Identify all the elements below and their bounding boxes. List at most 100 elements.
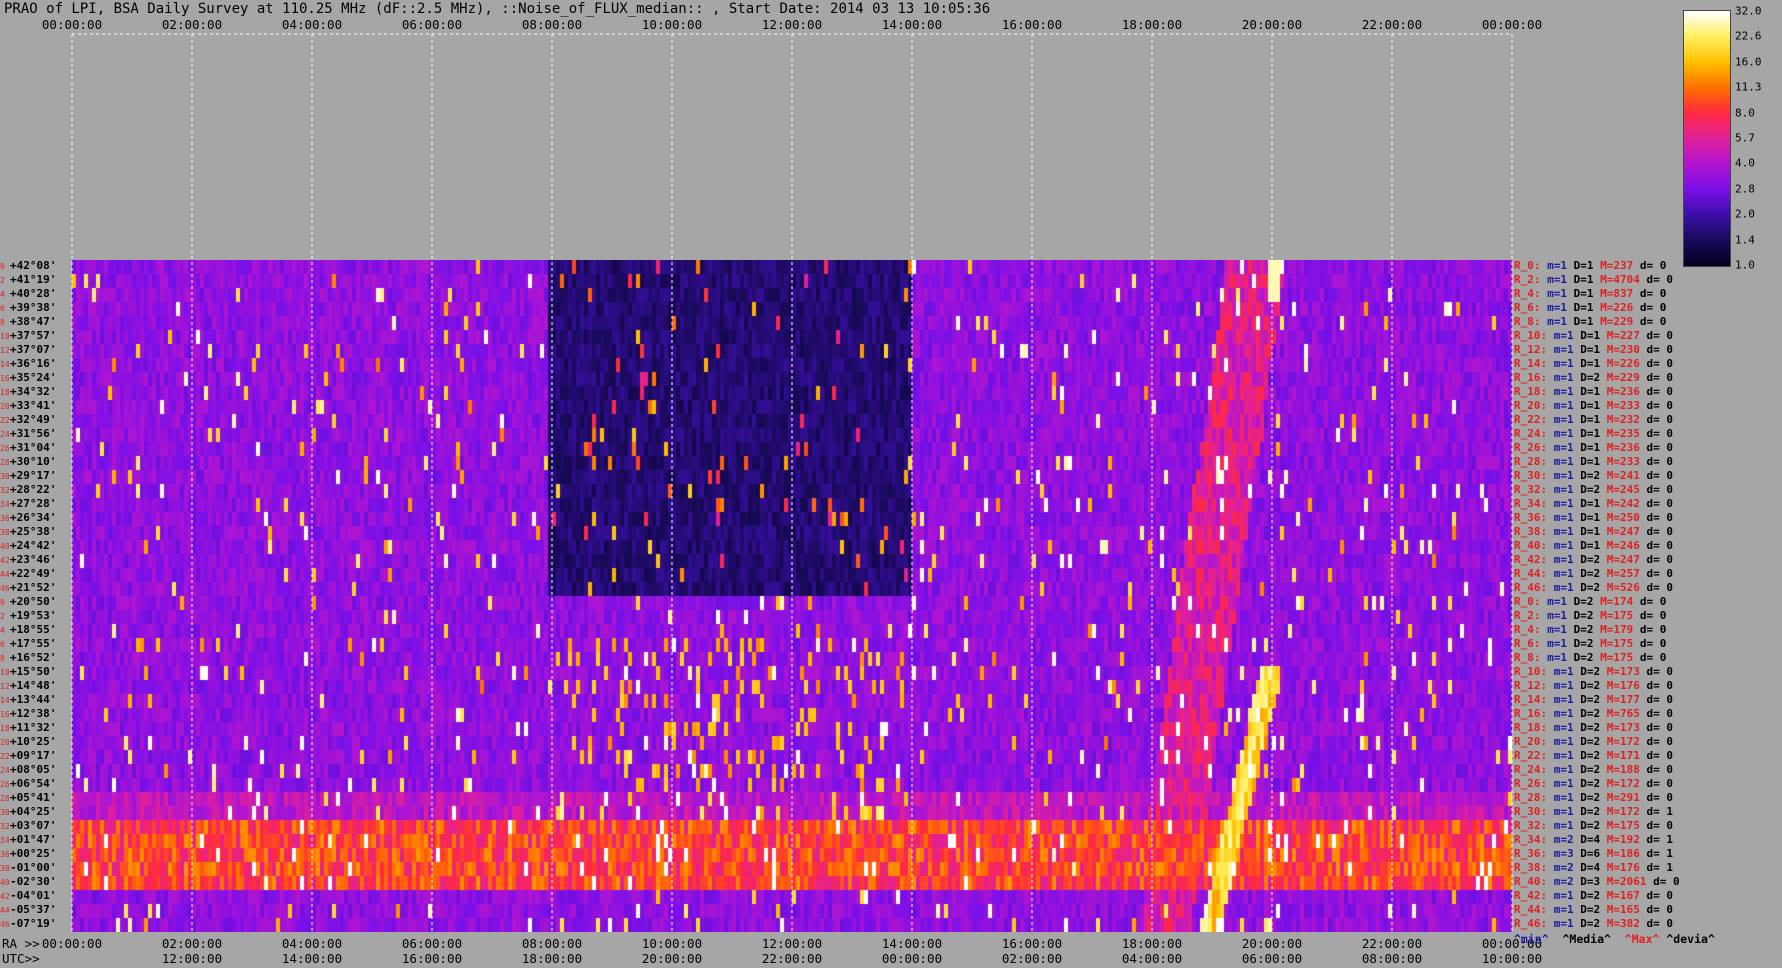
beam-deviation: d= 0 bbox=[1639, 651, 1667, 664]
beam-stat-row: R_38: m=2 D=4 M=176 d= 1 bbox=[1514, 861, 1673, 875]
beam-name: R_16: bbox=[1514, 371, 1554, 384]
beam-index: 20 bbox=[0, 402, 10, 411]
beam-max: M=172 bbox=[1606, 735, 1647, 748]
declination-label: 30+29°17' bbox=[0, 469, 70, 483]
beam-max: M=177 bbox=[1606, 693, 1647, 706]
declination-value: +40°28' bbox=[10, 287, 57, 300]
declination-label: 38-01°00' bbox=[0, 861, 70, 875]
beam-stat-row: R_32: m=1 D=2 M=175 d= 0 bbox=[1514, 819, 1673, 833]
beam-index: 16 bbox=[0, 374, 10, 383]
beam-median: D=2 bbox=[1580, 581, 1607, 594]
beam-median: D=2 bbox=[1580, 749, 1607, 762]
utc-tick: 12:00:00 bbox=[161, 951, 223, 966]
declination-label: 10+37°57' bbox=[0, 329, 70, 343]
beam-min: m=1 bbox=[1553, 427, 1581, 440]
beam-deviation: d= 0 bbox=[1639, 623, 1667, 636]
beam-deviation: d= 1 bbox=[1646, 833, 1674, 846]
beam-index: 24 bbox=[0, 430, 10, 439]
declination-label: 16+35°24' bbox=[0, 371, 70, 385]
beam-name: R_36: bbox=[1514, 511, 1554, 524]
beam-max: M=291 bbox=[1606, 791, 1647, 804]
beam-min: m=2 bbox=[1553, 833, 1581, 846]
beam-min: m=1 bbox=[1547, 287, 1574, 300]
beam-index: 40 bbox=[0, 878, 10, 887]
beam-median: D=1 bbox=[1580, 427, 1607, 440]
beam-max: M=526 bbox=[1606, 581, 1647, 594]
beam-name: R_24: bbox=[1514, 763, 1554, 776]
beam-name: R_2: bbox=[1514, 609, 1548, 622]
beam-min: m=1 bbox=[1553, 805, 1581, 818]
declination-value: +27°28' bbox=[10, 497, 57, 510]
beam-deviation: d= 0 bbox=[1646, 777, 1674, 790]
colorbar-tick: 8.0 bbox=[1735, 106, 1755, 120]
beam-min: m=1 bbox=[1553, 665, 1581, 678]
beam-min: m=1 bbox=[1553, 749, 1581, 762]
beam-name: R_42: bbox=[1514, 889, 1554, 902]
beam-stat-row: R_18: m=1 D=2 M=173 d= 0 bbox=[1514, 721, 1673, 735]
utc-tick: 00:00:00 bbox=[881, 951, 943, 966]
declination-value: +18°55' bbox=[10, 623, 57, 636]
beam-name: R_30: bbox=[1514, 469, 1554, 482]
beam-index: 16 bbox=[0, 710, 10, 719]
declination-label: 18+11°32' bbox=[0, 721, 70, 735]
declination-value: +41°19' bbox=[10, 273, 57, 286]
beam-index: 0 bbox=[0, 262, 5, 271]
beam-name: R_34: bbox=[1514, 833, 1554, 846]
beam-median: D=1 bbox=[1580, 441, 1607, 454]
beam-max: M=382 bbox=[1606, 917, 1647, 930]
declination-label: 44+22°49' bbox=[0, 567, 70, 581]
beam-max: M=192 bbox=[1606, 833, 1647, 846]
beam-stat-row: R_4: m=1 D=2 M=179 d= 0 bbox=[1514, 623, 1666, 637]
beam-index: 20 bbox=[0, 738, 10, 747]
declination-value: +11°32' bbox=[10, 721, 57, 734]
beam-min: m=1 bbox=[1553, 581, 1581, 594]
beam-deviation: d= 0 bbox=[1646, 399, 1674, 412]
beam-min: m=1 bbox=[1553, 525, 1581, 538]
beam-deviation: d= 0 bbox=[1646, 469, 1674, 482]
beam-max: M=165 bbox=[1606, 903, 1647, 916]
declination-value: +25°38' bbox=[10, 525, 57, 538]
beam-stat-row: R_46: m=1 D=2 M=526 d= 0 bbox=[1514, 581, 1673, 595]
utc-axis-label: UTC>> bbox=[2, 951, 40, 966]
beam-index: 36 bbox=[0, 850, 10, 859]
declination-value: +17°55' bbox=[10, 637, 57, 650]
beam-index: 38 bbox=[0, 528, 10, 537]
beam-max: M=250 bbox=[1606, 511, 1647, 524]
utc-tick: 02:00:00 bbox=[1001, 951, 1063, 966]
declination-value: +29°17' bbox=[10, 469, 57, 482]
beam-max: M=172 bbox=[1606, 777, 1647, 790]
beam-max: M=232 bbox=[1606, 413, 1647, 426]
declination-value: -07°19' bbox=[10, 917, 57, 930]
utc-tick: 06:00:00 bbox=[1241, 951, 1303, 966]
beam-name: R_40: bbox=[1514, 539, 1554, 552]
ra-tick-top: 04:00:00 bbox=[281, 17, 343, 32]
declination-value: +03°07' bbox=[10, 819, 57, 832]
utc-tick: 16:00:00 bbox=[401, 951, 463, 966]
declination-value: +12°38' bbox=[10, 707, 57, 720]
beam-stat-row: R_16: m=1 D=2 M=229 d= 0 bbox=[1514, 371, 1673, 385]
beam-index: 44 bbox=[0, 906, 10, 915]
declination-value: +37°57' bbox=[10, 329, 57, 342]
beam-min: m=1 bbox=[1553, 413, 1581, 426]
beam-stat-row: R_40: m=1 D=1 M=246 d= 0 bbox=[1514, 539, 1673, 553]
ra-tick-top: 12:00:00 bbox=[761, 17, 823, 32]
beam-median: D=4 bbox=[1580, 833, 1607, 846]
ra-tick-bottom: 12:00:00 bbox=[761, 936, 823, 951]
ra-tick-bottom: 00:00:00 bbox=[41, 936, 103, 951]
beam-deviation: d= 0 bbox=[1646, 679, 1674, 692]
beam-stat-row: R_26: m=1 D=1 M=236 d= 0 bbox=[1514, 441, 1673, 455]
beam-deviation: d= 0 bbox=[1646, 819, 1674, 832]
beam-stat-row: R_6: m=1 D=2 M=175 d= 0 bbox=[1514, 637, 1666, 651]
beam-min: m=1 bbox=[1553, 511, 1581, 524]
beam-min: m=1 bbox=[1553, 777, 1581, 790]
beam-deviation: d= 0 bbox=[1646, 539, 1674, 552]
beam-min: m=1 bbox=[1547, 609, 1574, 622]
ra-tick-bottom: 02:00:00 bbox=[161, 936, 223, 951]
declination-label: 28+30°10' bbox=[0, 455, 70, 469]
beam-name: R_20: bbox=[1514, 735, 1554, 748]
beam-max: M=233 bbox=[1606, 455, 1647, 468]
beam-median: D=2 bbox=[1580, 791, 1607, 804]
declination-label: 46+21°52' bbox=[0, 581, 70, 595]
beam-name: R_26: bbox=[1514, 777, 1554, 790]
beam-min: m=1 bbox=[1553, 441, 1581, 454]
